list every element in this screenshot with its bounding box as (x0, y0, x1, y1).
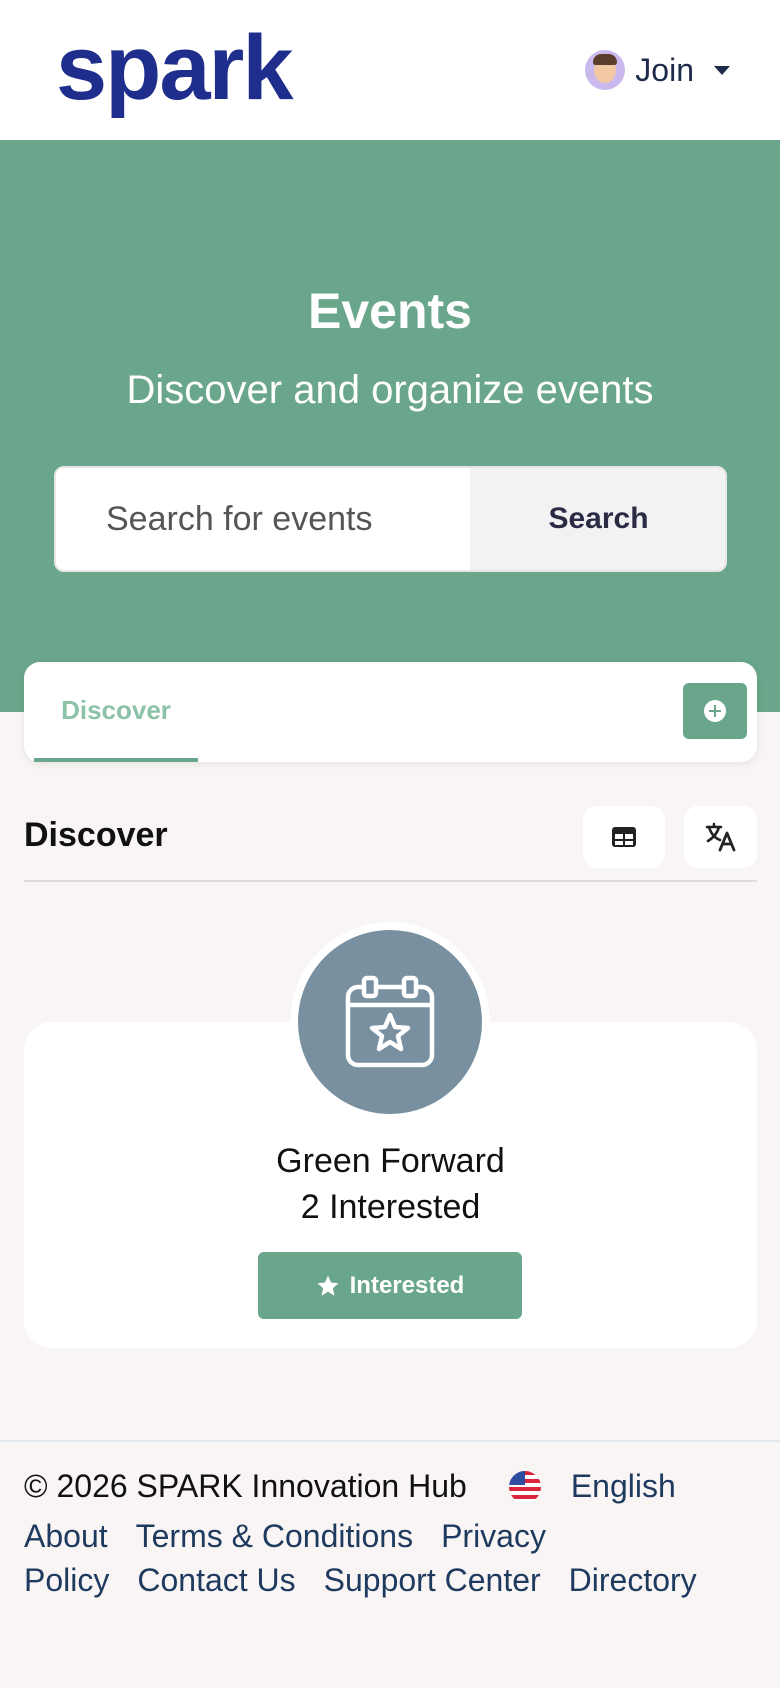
spark-logo[interactable]: spark (56, 22, 293, 114)
search-input[interactable] (56, 468, 470, 570)
translate-button[interactable] (684, 806, 757, 868)
footer: © 2026 SPARK Innovation Hub English Abou… (0, 1440, 780, 1688)
footer-top-row: © 2026 SPARK Innovation Hub English (24, 1468, 676, 1505)
us-flag-icon (508, 1470, 541, 1503)
tab-discover[interactable]: Discover (34, 662, 198, 762)
search-button[interactable]: Search (470, 468, 725, 570)
page-title: Events (308, 283, 472, 339)
calendar-star-icon (345, 975, 435, 1068)
grid-view-button[interactable] (583, 806, 665, 868)
footer-link-contact[interactable]: Contact Us (137, 1562, 295, 1598)
interested-label: Interested (349, 1271, 465, 1299)
event-name[interactable]: Green Forward (24, 1142, 757, 1181)
section-title: Discover (24, 816, 168, 854)
tabs-bar: Discover (24, 662, 757, 762)
copyright-text: © 2026 SPARK Innovation Hub (24, 1468, 467, 1504)
footer-link-support[interactable]: Support Center (324, 1562, 541, 1598)
translate-icon (705, 822, 735, 852)
section-divider (24, 880, 757, 882)
chevron-down-icon (714, 65, 730, 75)
plus-circle-icon (704, 700, 726, 722)
top-header: spark Join (0, 0, 780, 140)
hero-banner: Events Discover and organize events Sear… (0, 140, 780, 712)
footer-link-terms[interactable]: Terms & Conditions (136, 1518, 413, 1554)
interested-button[interactable]: Interested (258, 1252, 522, 1319)
footer-link-about[interactable]: About (24, 1518, 108, 1554)
footer-links: About Terms & Conditions Privacy Policy Con… (24, 1514, 764, 1602)
search-bar: Search (54, 466, 727, 572)
star-icon (317, 1275, 339, 1296)
join-menu[interactable]: Join (585, 46, 730, 94)
user-avatar-icon (585, 50, 626, 90)
table-grid-icon (612, 827, 636, 847)
add-event-button[interactable] (683, 683, 747, 739)
interested-count: 2 Interested (300, 1188, 481, 1226)
event-image[interactable] (290, 922, 490, 1122)
footer-link-directory[interactable]: Directory (569, 1562, 697, 1598)
language-link[interactable]: English (571, 1468, 676, 1505)
join-label: Join (635, 51, 694, 88)
page-subtitle: Discover and organize events (126, 368, 654, 412)
